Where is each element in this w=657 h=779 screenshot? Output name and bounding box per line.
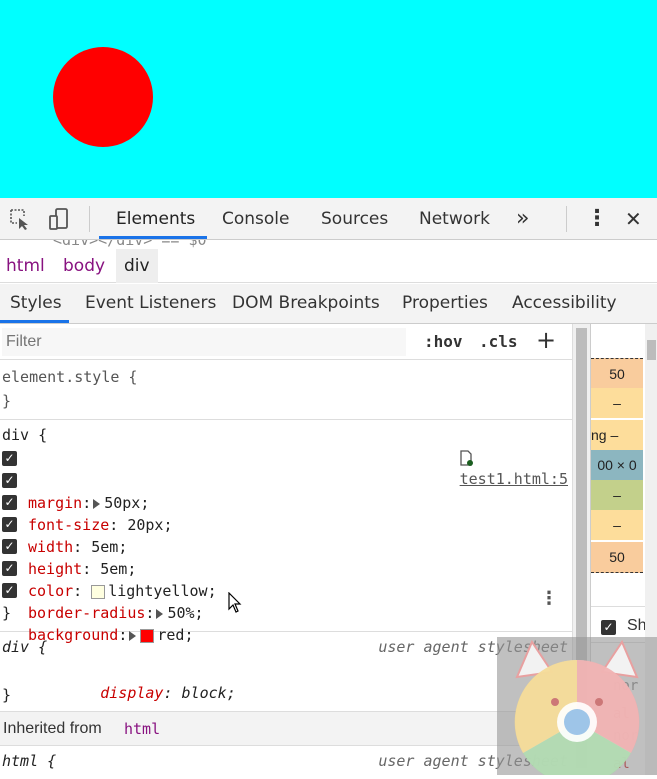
red-circle-div[interactable]: [53, 47, 153, 147]
breadcrumb: html body div: [0, 249, 657, 283]
filter-input[interactable]: [2, 328, 406, 356]
toolbar-divider: [566, 206, 567, 232]
prop-value[interactable]: 20px: [127, 516, 163, 534]
checkbox-checked-icon[interactable]: ✓: [2, 473, 17, 488]
active-subtab-indicator: [0, 320, 69, 323]
styles-filter-bar: :hov .cls +: [0, 324, 572, 360]
watermark-overlay: [497, 637, 657, 779]
customize-menu-icon[interactable]: ⋮: [586, 198, 608, 240]
devtools-toolbar: Elements Console Sources Network » ⋮ ✕: [0, 198, 657, 240]
more-tabs-button[interactable]: »: [516, 198, 529, 240]
breadcrumb-html[interactable]: html: [6, 249, 45, 283]
prop-margin[interactable]: ✓ margin: 50px;: [0, 448, 149, 512]
sidebar-tabs: Styles Event Listeners DOM Breakpoints P…: [0, 284, 657, 324]
mouse-cursor-icon: [228, 592, 242, 613]
checkbox-checked-icon[interactable]: ✓: [2, 561, 17, 576]
prop-value: block: [181, 684, 227, 702]
breadcrumb-div[interactable]: div: [116, 249, 158, 283]
prop-background[interactable]: ✓ background: red;: [0, 580, 193, 644]
source-link[interactable]: test1.html:5: [387, 424, 568, 488]
prop-width[interactable]: ✓ width: 5em;: [0, 492, 127, 556]
div-style-rule: div { test1.html:5 ✓ margin: 50px; ✓ font…: [0, 420, 572, 644]
tab-sources[interactable]: Sources: [321, 198, 388, 240]
inherited-tag-link[interactable]: html: [124, 712, 160, 746]
prop-value[interactable]: 50%: [167, 604, 194, 622]
prop-color[interactable]: ✓ color: lightyellow;: [0, 536, 217, 600]
prop-value[interactable]: 50px: [104, 494, 140, 512]
element-picker-icon[interactable]: [9, 208, 31, 230]
close-icon[interactable]: ✕: [625, 198, 642, 240]
checkbox-checked-icon[interactable]: ✓: [2, 583, 17, 598]
rule-close-brace: }: [2, 686, 12, 704]
border-top-value[interactable]: –: [591, 388, 643, 418]
tab-properties[interactable]: Properties: [402, 284, 488, 324]
ua-style-rule: div { user agent stylesheet display: blo…: [0, 632, 572, 712]
tab-dom-breakpoints[interactable]: DOM Breakpoints: [232, 284, 380, 324]
tab-accessibility[interactable]: Accessibility: [512, 284, 617, 324]
breadcrumb-body[interactable]: body: [63, 249, 105, 283]
tab-network[interactable]: Network: [419, 198, 490, 240]
prop-name: display: [100, 684, 164, 702]
source-link-text[interactable]: test1.html:5: [460, 470, 568, 488]
show-all-label: Sh: [627, 617, 647, 634]
ua-rule-selector[interactable]: div {: [2, 636, 47, 658]
inherited-header: Inherited from html: [0, 712, 572, 746]
tab-elements[interactable]: Elements: [116, 198, 195, 240]
show-all-checkbox[interactable]: ✓: [601, 620, 616, 635]
content-size-value[interactable]: 00 × 0: [591, 450, 643, 480]
tab-console[interactable]: Console: [222, 198, 290, 240]
border-bottom-value[interactable]: –: [591, 510, 643, 540]
prop-value[interactable]: lightyellow: [108, 582, 207, 600]
device-toolbar-icon[interactable]: [49, 208, 71, 230]
div-rule-selector[interactable]: div {: [2, 424, 47, 446]
rule-close-brace: }: [2, 392, 12, 410]
element-style-selector[interactable]: element.style {: [2, 366, 137, 388]
padding-label[interactable]: ng –: [591, 420, 643, 450]
rule-menu-icon[interactable]: ⋮: [540, 590, 558, 608]
new-style-rule-button[interactable]: +: [536, 326, 556, 354]
inherited-label: Inherited from: [3, 720, 102, 737]
checkbox-checked-icon[interactable]: ✓: [2, 495, 17, 510]
page-viewport: [0, 0, 657, 198]
expand-triangle-icon[interactable]: [156, 608, 164, 619]
tab-event-listeners[interactable]: Event Listeners: [85, 284, 216, 324]
checkbox-checked-icon[interactable]: ✓: [2, 539, 17, 554]
margin-bottom-value[interactable]: 50: [591, 542, 643, 573]
prop-border-radius[interactable]: ✓ border-radius: 50%;: [0, 558, 204, 622]
prop-font-size[interactable]: ✓ font-size: 20px;: [0, 470, 173, 534]
cls-toggle[interactable]: .cls: [479, 324, 518, 360]
prop-value[interactable]: 5em: [91, 538, 118, 556]
toolbar-divider: [89, 206, 90, 232]
scrollbar-thumb[interactable]: [647, 340, 656, 360]
tab-styles[interactable]: Styles: [10, 284, 62, 324]
file-icon: [459, 449, 473, 466]
active-tab-indicator: [99, 236, 207, 239]
padding-bottom-value[interactable]: –: [591, 480, 643, 510]
prop-value[interactable]: 5em: [100, 560, 127, 578]
expand-triangle-icon[interactable]: [93, 498, 101, 509]
checkbox-checked-icon[interactable]: ✓: [2, 517, 17, 532]
selected-dom-node[interactable]: <div></div> == $0: [53, 240, 207, 249]
hov-toggle[interactable]: :hov: [424, 324, 463, 360]
element-style-rule: element.style { }: [0, 360, 572, 420]
prop-height[interactable]: ✓ height: 5em;: [0, 514, 136, 578]
html-rule-selector[interactable]: html {: [2, 750, 56, 772]
prop-display: display: block;: [100, 684, 236, 702]
margin-top-value[interactable]: 50: [591, 358, 643, 389]
cat-mascot-icon: [514, 639, 640, 779]
color-swatch[interactable]: [91, 584, 106, 599]
html-style-rule: html { user agent stylesheet: [0, 746, 572, 775]
rule-close-brace: }: [2, 604, 12, 622]
checkbox-checked-icon[interactable]: ✓: [2, 451, 17, 466]
